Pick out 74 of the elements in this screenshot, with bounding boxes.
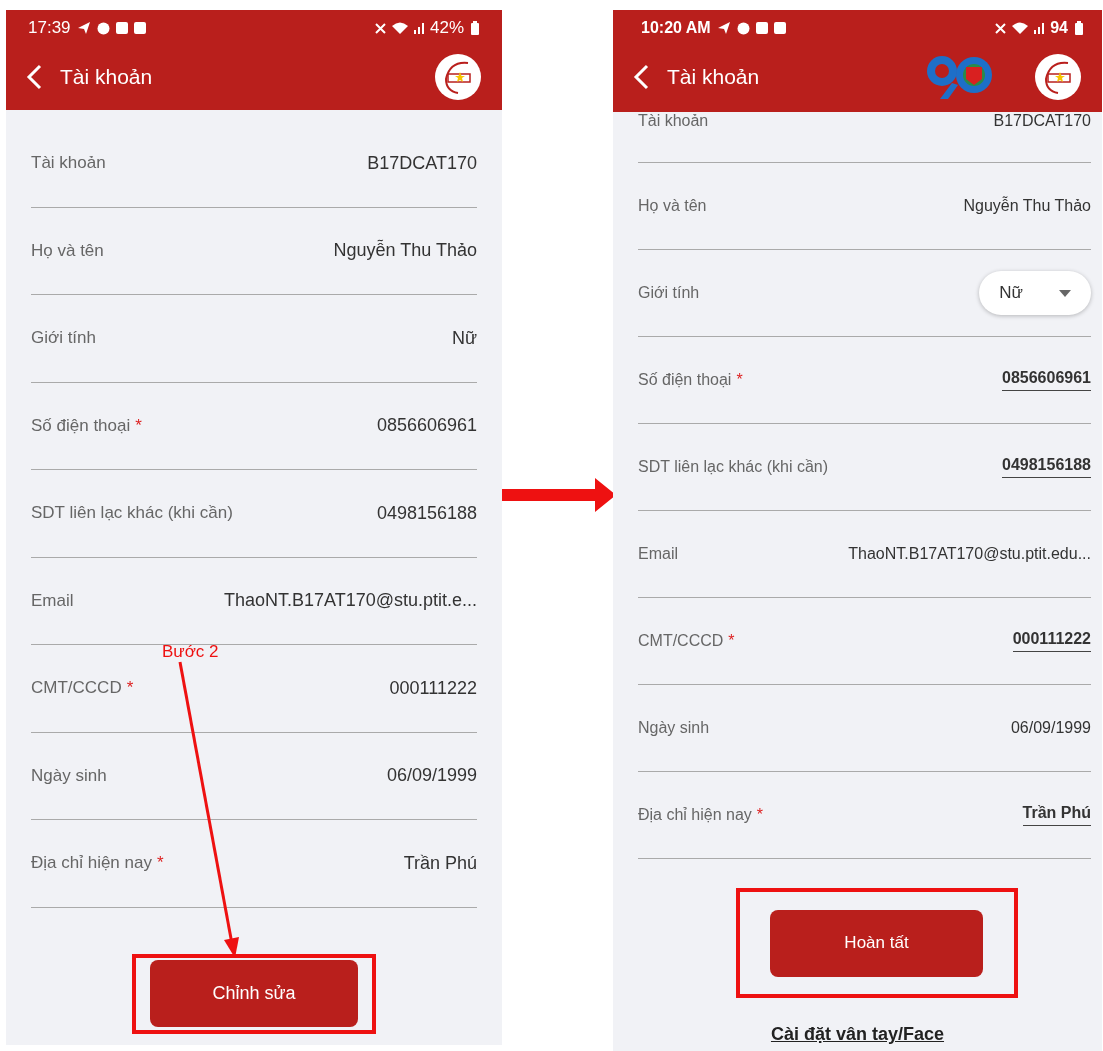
action-button[interactable]: Hoàn tất <box>770 909 983 977</box>
battery-icon <box>470 20 480 36</box>
field-value: 06/09/1999 <box>1010 719 1091 737</box>
field-label: CMT/CCCD * <box>638 632 735 650</box>
back-icon[interactable] <box>26 64 42 90</box>
field-value: 06/09/1999 <box>386 765 477 787</box>
required-mark: * <box>156 853 164 873</box>
step-annotation: Bước 2 <box>162 642 219 662</box>
field-label: Email <box>31 590 74 611</box>
mute-icon <box>995 22 1007 34</box>
field-value: B17DCAT170 <box>367 152 477 174</box>
app-icon <box>115 22 128 34</box>
field-label: Giới tính <box>638 284 700 302</box>
field-value: Nguyễn Thu Thảo <box>333 240 477 262</box>
send-icon <box>76 21 91 35</box>
input-field[interactable]: 000111222 <box>1012 630 1091 652</box>
fingerprint-setup-link[interactable]: Cài đặt vân tay/Face <box>770 1024 945 1045</box>
field-label: Họ và tên <box>31 240 104 261</box>
input-field[interactable]: Trần Phú <box>1022 804 1091 826</box>
chat-icon <box>736 21 750 35</box>
required-mark: * <box>728 632 735 649</box>
battery-level: 94 <box>1050 19 1068 37</box>
field-label: Họ và tên <box>638 197 707 215</box>
signal-icon <box>413 22 424 34</box>
app-icon <box>133 22 146 34</box>
status-time: 10:20 AM <box>641 19 711 37</box>
field-label: Tài khoản <box>31 153 106 174</box>
chat-icon <box>96 21 110 35</box>
wifi-icon <box>1012 22 1029 34</box>
required-mark: * <box>126 678 134 698</box>
battery-level: 42% <box>429 18 464 38</box>
field-label: Số điện thoại * <box>638 371 743 389</box>
status-time: 17:39 <box>28 18 71 38</box>
field-value: B17DCAT170 <box>993 112 1091 130</box>
field-label: Số điện thoại * <box>31 415 142 436</box>
battery-icon <box>1074 20 1084 36</box>
caret-icon <box>1059 289 1071 297</box>
school-logo-icon <box>1034 53 1082 101</box>
field-label: Địa chỉ hiện nay * <box>31 853 164 874</box>
field-label: SDT liên lạc khác (khi cần) <box>31 503 233 524</box>
field-value: ThaoNT.B17AT170@stu.ptit.e... <box>223 590 477 612</box>
required-mark: * <box>736 371 743 388</box>
field-label: SDT liên lạc khác (khi cần) <box>638 458 828 476</box>
field-value: Nguyễn Thu Thảo <box>963 197 1091 215</box>
wifi-icon <box>391 22 408 34</box>
field-value: Nữ <box>451 327 477 349</box>
send-icon <box>716 21 731 35</box>
field-value: Trần Phú <box>403 852 477 874</box>
field-label: Địa chỉ hiện nay * <box>638 806 764 824</box>
screen-title: Tài khoản <box>60 65 153 89</box>
field-label: CMT/CCCD * <box>31 678 134 699</box>
app-icon <box>773 22 786 34</box>
app-icon <box>755 22 768 34</box>
signal-icon <box>1034 22 1045 34</box>
back-icon[interactable] <box>633 64 649 90</box>
field-label: Ngày sinh <box>31 765 107 786</box>
field-label: Email <box>638 545 678 563</box>
field-label: Giới tính <box>31 328 96 349</box>
school-logo-icon <box>434 53 482 101</box>
field-label: Ngày sinh <box>638 719 710 737</box>
field-value: 0498156188 <box>376 502 477 524</box>
required-mark: * <box>135 415 142 435</box>
field-value: 000111222 <box>389 677 477 699</box>
input-field[interactable]: 0856606961 <box>1002 369 1091 391</box>
field-value: 0856606961 <box>376 415 477 437</box>
gender-dropdown[interactable]: Nữ <box>979 271 1091 315</box>
required-mark: * <box>756 806 764 823</box>
dropdown-value: Nữ <box>999 283 1023 303</box>
field-label: Tài khoản <box>638 112 709 130</box>
screen-title: Tài khoản <box>667 65 760 89</box>
input-field[interactable]: 0498156188 <box>1002 456 1091 478</box>
field-value: ThaoNT.B17AT170@stu.ptit.edu... <box>848 545 1091 563</box>
mute-icon <box>374 22 386 34</box>
action-button[interactable]: Chỉnh sửa <box>150 960 358 1027</box>
